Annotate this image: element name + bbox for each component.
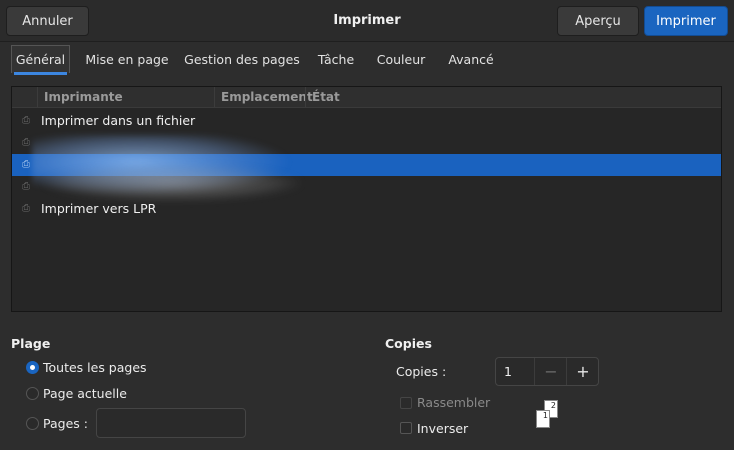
column-header-printer[interactable]: Imprimante	[37, 87, 214, 107]
increment-button[interactable]: +	[566, 358, 599, 385]
tab-job[interactable]: Tâche	[311, 45, 361, 73]
tab-label: Général	[15, 52, 66, 67]
header-bar: Annuler Imprimer Aperçu Imprimer	[0, 0, 734, 42]
copies-label: Copies :	[396, 364, 447, 379]
column-header-status[interactable]: État	[305, 87, 425, 107]
radio-all-pages[interactable]	[26, 361, 39, 374]
tab-label: Tâche	[317, 51, 355, 67]
collate-preview-page-1: 1	[536, 410, 550, 428]
active-tab-indicator	[14, 72, 67, 75]
decrement-button[interactable]: −	[534, 358, 567, 385]
radio-all-pages-label[interactable]: Toutes les pages	[43, 360, 147, 375]
tab-page-handling[interactable]: Gestion des pages	[183, 45, 301, 73]
printer-icon: ⎙	[22, 203, 30, 214]
tab-bar: Général Mise en page Gestion des pages T…	[0, 42, 734, 76]
reverse-checkbox[interactable]	[400, 422, 412, 434]
list-header: Imprimante Emplacement État	[12, 87, 721, 108]
tab-label: Mise en page	[85, 51, 169, 67]
printer-row[interactable]: ⎙ Imprimer vers LPR	[12, 198, 721, 220]
tab-advanced[interactable]: Avancé	[441, 45, 501, 73]
radio-current-page-label[interactable]: Page actuelle	[43, 386, 127, 401]
printer-icon: ⎙	[22, 137, 30, 148]
printer-row[interactable]: ⎙ Imprimer dans un fichier	[12, 110, 721, 132]
preview-button[interactable]: Aperçu	[557, 6, 639, 36]
print-button[interactable]: Imprimer	[644, 6, 728, 36]
tab-label: Avancé	[448, 51, 494, 67]
printer-icon: ⎙	[22, 159, 30, 170]
radio-current-page[interactable]	[26, 387, 39, 400]
tab-page-setup[interactable]: Mise en page	[80, 45, 174, 73]
radio-pages-label[interactable]: Pages :	[43, 416, 88, 431]
tab-label: Gestion des pages	[184, 51, 300, 67]
printer-row-selected[interactable]: ⎙	[12, 154, 721, 176]
reverse-label: Inverser	[417, 421, 469, 436]
pages-input[interactable]	[96, 408, 246, 438]
range-section-title: Plage	[11, 336, 51, 351]
copies-section-title: Copies	[385, 336, 432, 351]
radio-pages[interactable]	[26, 417, 39, 430]
copies-stepper[interactable]: 1 − +	[495, 357, 599, 386]
printer-row[interactable]: ⎙	[12, 176, 721, 198]
printer-name: Imprimer vers LPR	[41, 201, 157, 216]
tab-label: Couleur	[376, 51, 426, 67]
printer-icon: ⎙	[22, 181, 30, 192]
tab-color[interactable]: Couleur	[370, 45, 432, 73]
printer-list[interactable]: Imprimante Emplacement État ⎙ Imprimer d…	[11, 86, 722, 312]
collate-label: Rassembler	[417, 395, 491, 410]
copies-value[interactable]: 1	[504, 364, 512, 379]
printer-name: Imprimer dans un fichier	[41, 113, 196, 128]
column-header-location[interactable]: Emplacement	[214, 87, 313, 107]
collate-checkbox[interactable]	[400, 397, 412, 409]
printer-row[interactable]: ⎙	[12, 132, 721, 154]
printer-icon: ⎙	[22, 115, 30, 126]
tab-general[interactable]: Général	[11, 45, 70, 75]
